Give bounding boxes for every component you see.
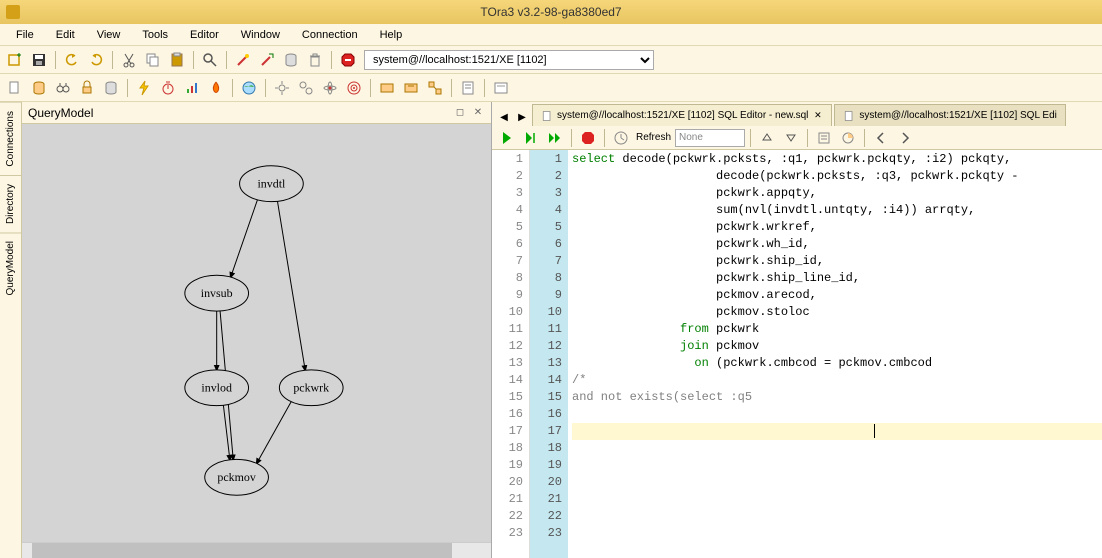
paste-button[interactable] [166, 49, 188, 71]
t2-form-button[interactable] [490, 77, 512, 99]
side-tab-directory[interactable]: Directory [0, 175, 21, 232]
h-scrollbar[interactable] [22, 542, 491, 558]
t2-box1-button[interactable] [376, 77, 398, 99]
next-button[interactable] [894, 127, 916, 149]
svg-text:pckwrk: pckwrk [293, 380, 329, 394]
run-button[interactable] [496, 127, 518, 149]
t2-globe-button[interactable] [238, 77, 260, 99]
t2-target-button[interactable] [343, 77, 365, 99]
menu-item-view[interactable]: View [87, 26, 131, 44]
copy-button[interactable] [142, 49, 164, 71]
menu-item-window[interactable]: Window [231, 26, 290, 44]
t2-box2-button[interactable] [400, 77, 422, 99]
line-gutter-1: 1234567891011121314151617181920212223 [492, 150, 530, 558]
editor-panel: ◀ ▶ system@//localhost:1521/XE [1102] SQ… [492, 102, 1102, 558]
tool-trash-button[interactable] [304, 49, 326, 71]
tab-next-button[interactable]: ▶ [514, 108, 530, 126]
prev-button[interactable] [870, 127, 892, 149]
editor-toolbar: Refresh [492, 126, 1102, 150]
panel-title: QueryModel [28, 106, 93, 120]
editor-tabs: ◀ ▶ system@//localhost:1521/XE [1102] SQ… [492, 102, 1102, 126]
t2-chart-button[interactable] [181, 77, 203, 99]
connection-combo[interactable]: system@//localhost:1521/XE [1102] [364, 50, 654, 70]
menu-item-tools[interactable]: Tools [132, 26, 178, 44]
save-button[interactable] [28, 49, 50, 71]
menu-item-help[interactable]: Help [370, 26, 413, 44]
cut-button[interactable] [118, 49, 140, 71]
t2-gear-button[interactable] [271, 77, 293, 99]
stop-exec-button[interactable] [577, 127, 599, 149]
stats-button[interactable] [837, 127, 859, 149]
t2-lock-button[interactable] [76, 77, 98, 99]
t2-db2-button[interactable] [100, 77, 122, 99]
tool-wand2-button[interactable] [256, 49, 278, 71]
window-titlebar: TOra3 v3.2-98-ga8380ed7 [0, 0, 1102, 24]
t2-flame-button[interactable] [205, 77, 227, 99]
svg-text:invdtl: invdtl [257, 176, 286, 190]
tools-toolbar [0, 74, 1102, 102]
menu-item-edit[interactable]: Edit [46, 26, 85, 44]
code-content[interactable]: select decode(pckwrk.pcksts, :q1, pckwrk… [568, 150, 1102, 558]
query-model-panel: QueryModel ◻ ✕ invdtl invsub invlod pckwrk p… [22, 102, 492, 558]
panel-float-button[interactable]: ◻ [453, 106, 467, 120]
tool-wand-button[interactable] [232, 49, 254, 71]
tool-db-button[interactable] [280, 49, 302, 71]
run-all-button[interactable] [544, 127, 566, 149]
side-tab-connections[interactable]: Connections [0, 102, 21, 175]
t2-stopwatch-button[interactable] [157, 77, 179, 99]
new-connection-button[interactable] [4, 49, 26, 71]
line-gutter-2: 1234567891011121314151617181920212223 [530, 150, 568, 558]
t2-bolt-button[interactable] [133, 77, 155, 99]
t2-atom-button[interactable] [319, 77, 341, 99]
code-editor[interactable]: 1234567891011121314151617181920212223 12… [492, 150, 1102, 558]
panel-close-button[interactable]: ✕ [471, 106, 485, 120]
t2-box3-button[interactable] [424, 77, 446, 99]
schedule-button[interactable] [610, 127, 632, 149]
t2-binoculars-button[interactable] [52, 77, 74, 99]
explain-button[interactable] [813, 127, 835, 149]
tab-prev-button[interactable]: ◀ [496, 108, 512, 126]
t2-gears-button[interactable] [295, 77, 317, 99]
refresh-combo[interactable] [675, 129, 745, 147]
app-icon [6, 5, 20, 19]
run-step-button[interactable] [520, 127, 542, 149]
svg-text:invsub: invsub [201, 286, 233, 300]
menu-item-connection[interactable]: Connection [292, 26, 368, 44]
panel-header: QueryModel ◻ ✕ [22, 102, 491, 124]
main-toolbar: system@//localhost:1521/XE [1102] [0, 46, 1102, 74]
side-tabs: ConnectionsDirectoryQueryModel [0, 102, 22, 558]
sort-desc-button[interactable] [780, 127, 802, 149]
search-button[interactable] [199, 49, 221, 71]
editor-tab-1[interactable]: system@//localhost:1521/XE [1102] SQL Ed… [834, 104, 1065, 126]
editor-tab-0[interactable]: system@//localhost:1521/XE [1102] SQL Ed… [532, 104, 832, 126]
svg-text:invlod: invlod [201, 380, 232, 394]
stop-button[interactable] [337, 49, 359, 71]
t2-script-button[interactable] [457, 77, 479, 99]
svg-text:pckmov: pckmov [217, 470, 255, 484]
menubar: FileEditViewToolsEditorWindowConnectionH… [0, 24, 1102, 46]
menu-item-editor[interactable]: Editor [180, 26, 229, 44]
tab-close-button[interactable]: ✕ [812, 110, 823, 121]
t2-new-button[interactable] [4, 77, 26, 99]
window-title: TOra3 v3.2-98-ga8380ed7 [480, 5, 621, 19]
menu-item-file[interactable]: File [6, 26, 44, 44]
redo-button[interactable] [85, 49, 107, 71]
undo-button[interactable] [61, 49, 83, 71]
sort-asc-button[interactable] [756, 127, 778, 149]
graph-canvas[interactable]: invdtl invsub invlod pckwrk pckmov [22, 124, 491, 542]
t2-db-button[interactable] [28, 77, 50, 99]
refresh-label: Refresh [634, 132, 673, 143]
side-tab-querymodel[interactable]: QueryModel [0, 232, 21, 303]
